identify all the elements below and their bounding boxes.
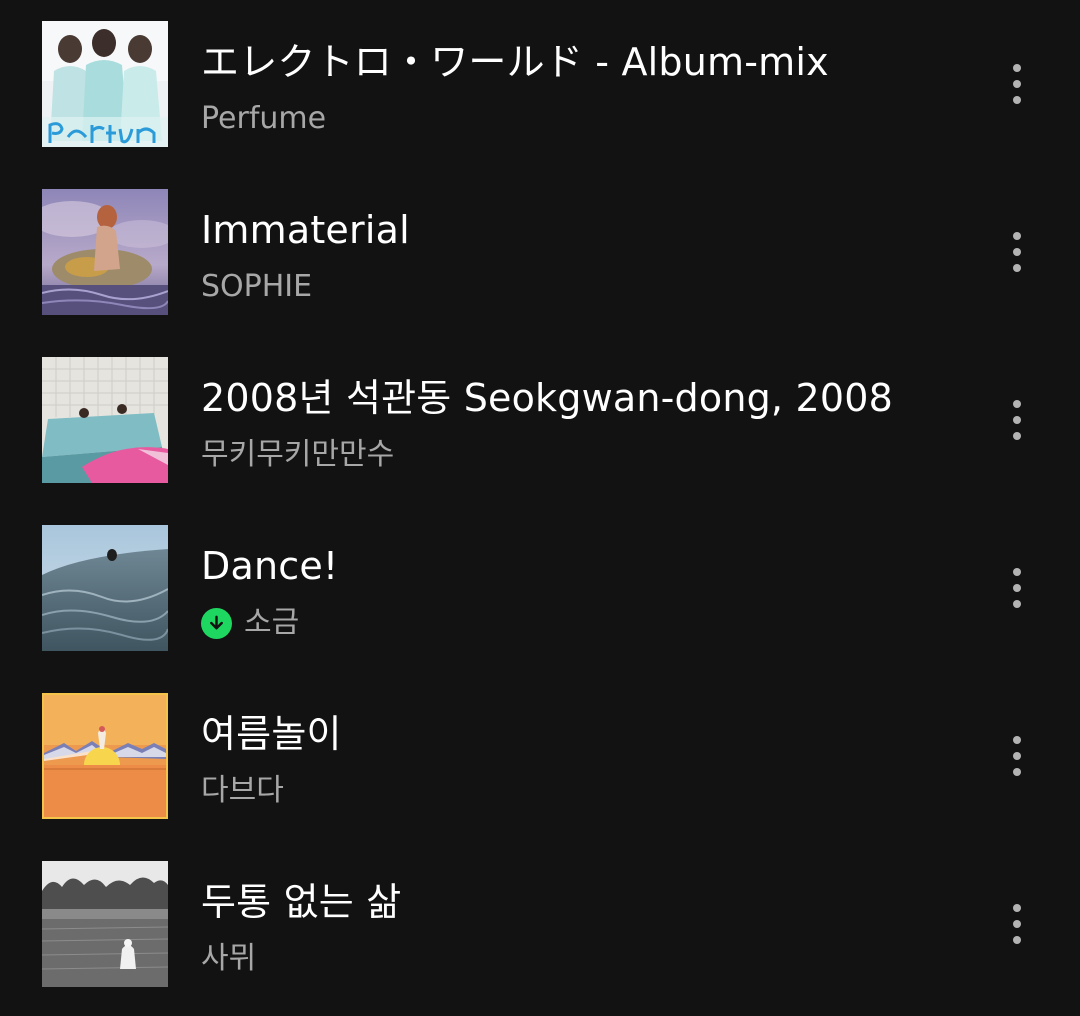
track-artist-line: 다브다: [201, 770, 284, 812]
album-cover-sunset: [42, 693, 168, 819]
more-options-dot-icon: [1013, 568, 1021, 576]
more-options-dot-icon: [1013, 768, 1021, 776]
track-row[interactable]: 두통 없는 삶 사뮈: [0, 840, 1080, 1008]
track-artist: 다브다: [201, 773, 284, 808]
more-options-button[interactable]: [997, 884, 1037, 964]
track-title: 두통 없는 삶: [201, 880, 402, 924]
more-options-dot-icon: [1013, 416, 1021, 424]
download-arrow-icon: [201, 607, 232, 639]
track-row[interactable]: エレクトロ・ワールド - Album-mix Perfume: [0, 0, 1080, 168]
track-row[interactable]: 2008년 석관동 Seokgwan-dong, 2008 무키무키만만수: [0, 336, 1080, 504]
album-cover-sea: [42, 525, 168, 651]
more-options-dot-icon: [1013, 920, 1021, 928]
track-artist-line: 소금: [201, 602, 299, 644]
track-artist: SOPHIE: [201, 269, 313, 304]
more-options-dot-icon: [1013, 96, 1021, 104]
track-artist-line: 무키무키만만수: [201, 434, 394, 476]
album-cover-perfume: [42, 21, 168, 147]
track-artist-line: SOPHIE: [201, 266, 312, 308]
more-options-dot-icon: [1013, 752, 1021, 760]
more-options-dot-icon: [1013, 248, 1021, 256]
track-artist: 소금: [244, 605, 300, 640]
more-options-dot-icon: [1013, 432, 1021, 440]
track-row[interactable]: Immaterial SOPHIE: [0, 168, 1080, 336]
track-title: Immaterial: [201, 208, 410, 252]
more-options-button[interactable]: [997, 548, 1037, 628]
more-options-button[interactable]: [997, 716, 1037, 796]
more-options-dot-icon: [1013, 584, 1021, 592]
track-artist-line: 사뮈: [201, 938, 256, 980]
track-artist: Perfume: [201, 101, 327, 136]
more-options-button[interactable]: [997, 212, 1037, 292]
more-options-button[interactable]: [997, 380, 1037, 460]
album-cover-sophie: [42, 189, 168, 315]
album-cover-pool: [42, 357, 168, 483]
track-artist-line: Perfume: [201, 98, 326, 140]
track-row[interactable]: 여름놀이 다브다: [0, 672, 1080, 840]
track-title: 2008년 석관동 Seokgwan-dong, 2008: [201, 376, 893, 420]
track-title: Dance!: [201, 544, 339, 588]
track-artist: 사뮈: [201, 941, 257, 976]
more-options-dot-icon: [1013, 80, 1021, 88]
album-cover-field: [42, 861, 168, 987]
more-options-dot-icon: [1013, 400, 1021, 408]
track-title: エレクトロ・ワールド - Album-mix: [201, 40, 829, 84]
more-options-dot-icon: [1013, 600, 1021, 608]
more-options-dot-icon: [1013, 232, 1021, 240]
more-options-button[interactable]: [997, 44, 1037, 124]
track-artist: 무키무키만만수: [201, 437, 395, 472]
more-options-dot-icon: [1013, 264, 1021, 272]
more-options-dot-icon: [1013, 64, 1021, 72]
track-row[interactable]: Dance! 소금: [0, 504, 1080, 672]
more-options-dot-icon: [1013, 904, 1021, 912]
more-options-dot-icon: [1013, 936, 1021, 944]
track-list: エレクトロ・ワールド - Album-mix Perfume Immateria…: [0, 0, 1080, 1016]
more-options-dot-icon: [1013, 736, 1021, 744]
track-title: 여름놀이: [201, 712, 342, 756]
